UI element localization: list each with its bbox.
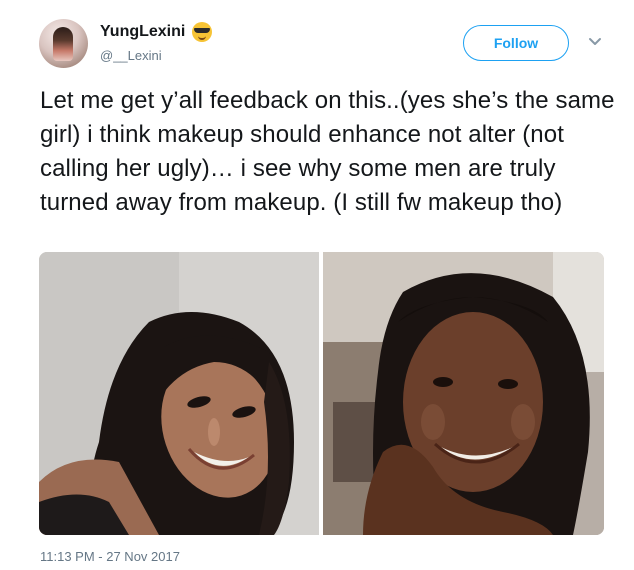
photo-right-illustration (323, 252, 604, 535)
tweet-text: Let me get y’all feedback on this..(yes … (40, 87, 615, 216)
user-handle[interactable]: @__Lexini (100, 48, 162, 63)
chevron-down-icon[interactable] (588, 37, 602, 47)
emoji-glasses (194, 28, 211, 33)
tweet-card: YungLexini @__Lexini Follow Let me get y… (0, 0, 634, 570)
emoji-smile (198, 34, 207, 40)
display-name[interactable]: YungLexini (100, 23, 185, 41)
follow-button[interactable]: Follow (463, 25, 569, 61)
tweet-timestamp[interactable]: 11:13 PM - 27 Nov 2017 (40, 549, 180, 564)
woman-without-makeup-photo[interactable] (323, 252, 604, 535)
avatar[interactable] (39, 19, 88, 68)
woman-with-makeup-photo[interactable] (39, 252, 319, 535)
tweet-media[interactable] (39, 252, 604, 535)
sunglasses-emoji-icon (192, 22, 213, 42)
avatar-figure (53, 27, 73, 61)
user-name-row: YungLexini (100, 22, 213, 42)
photo-left-illustration (39, 252, 319, 535)
